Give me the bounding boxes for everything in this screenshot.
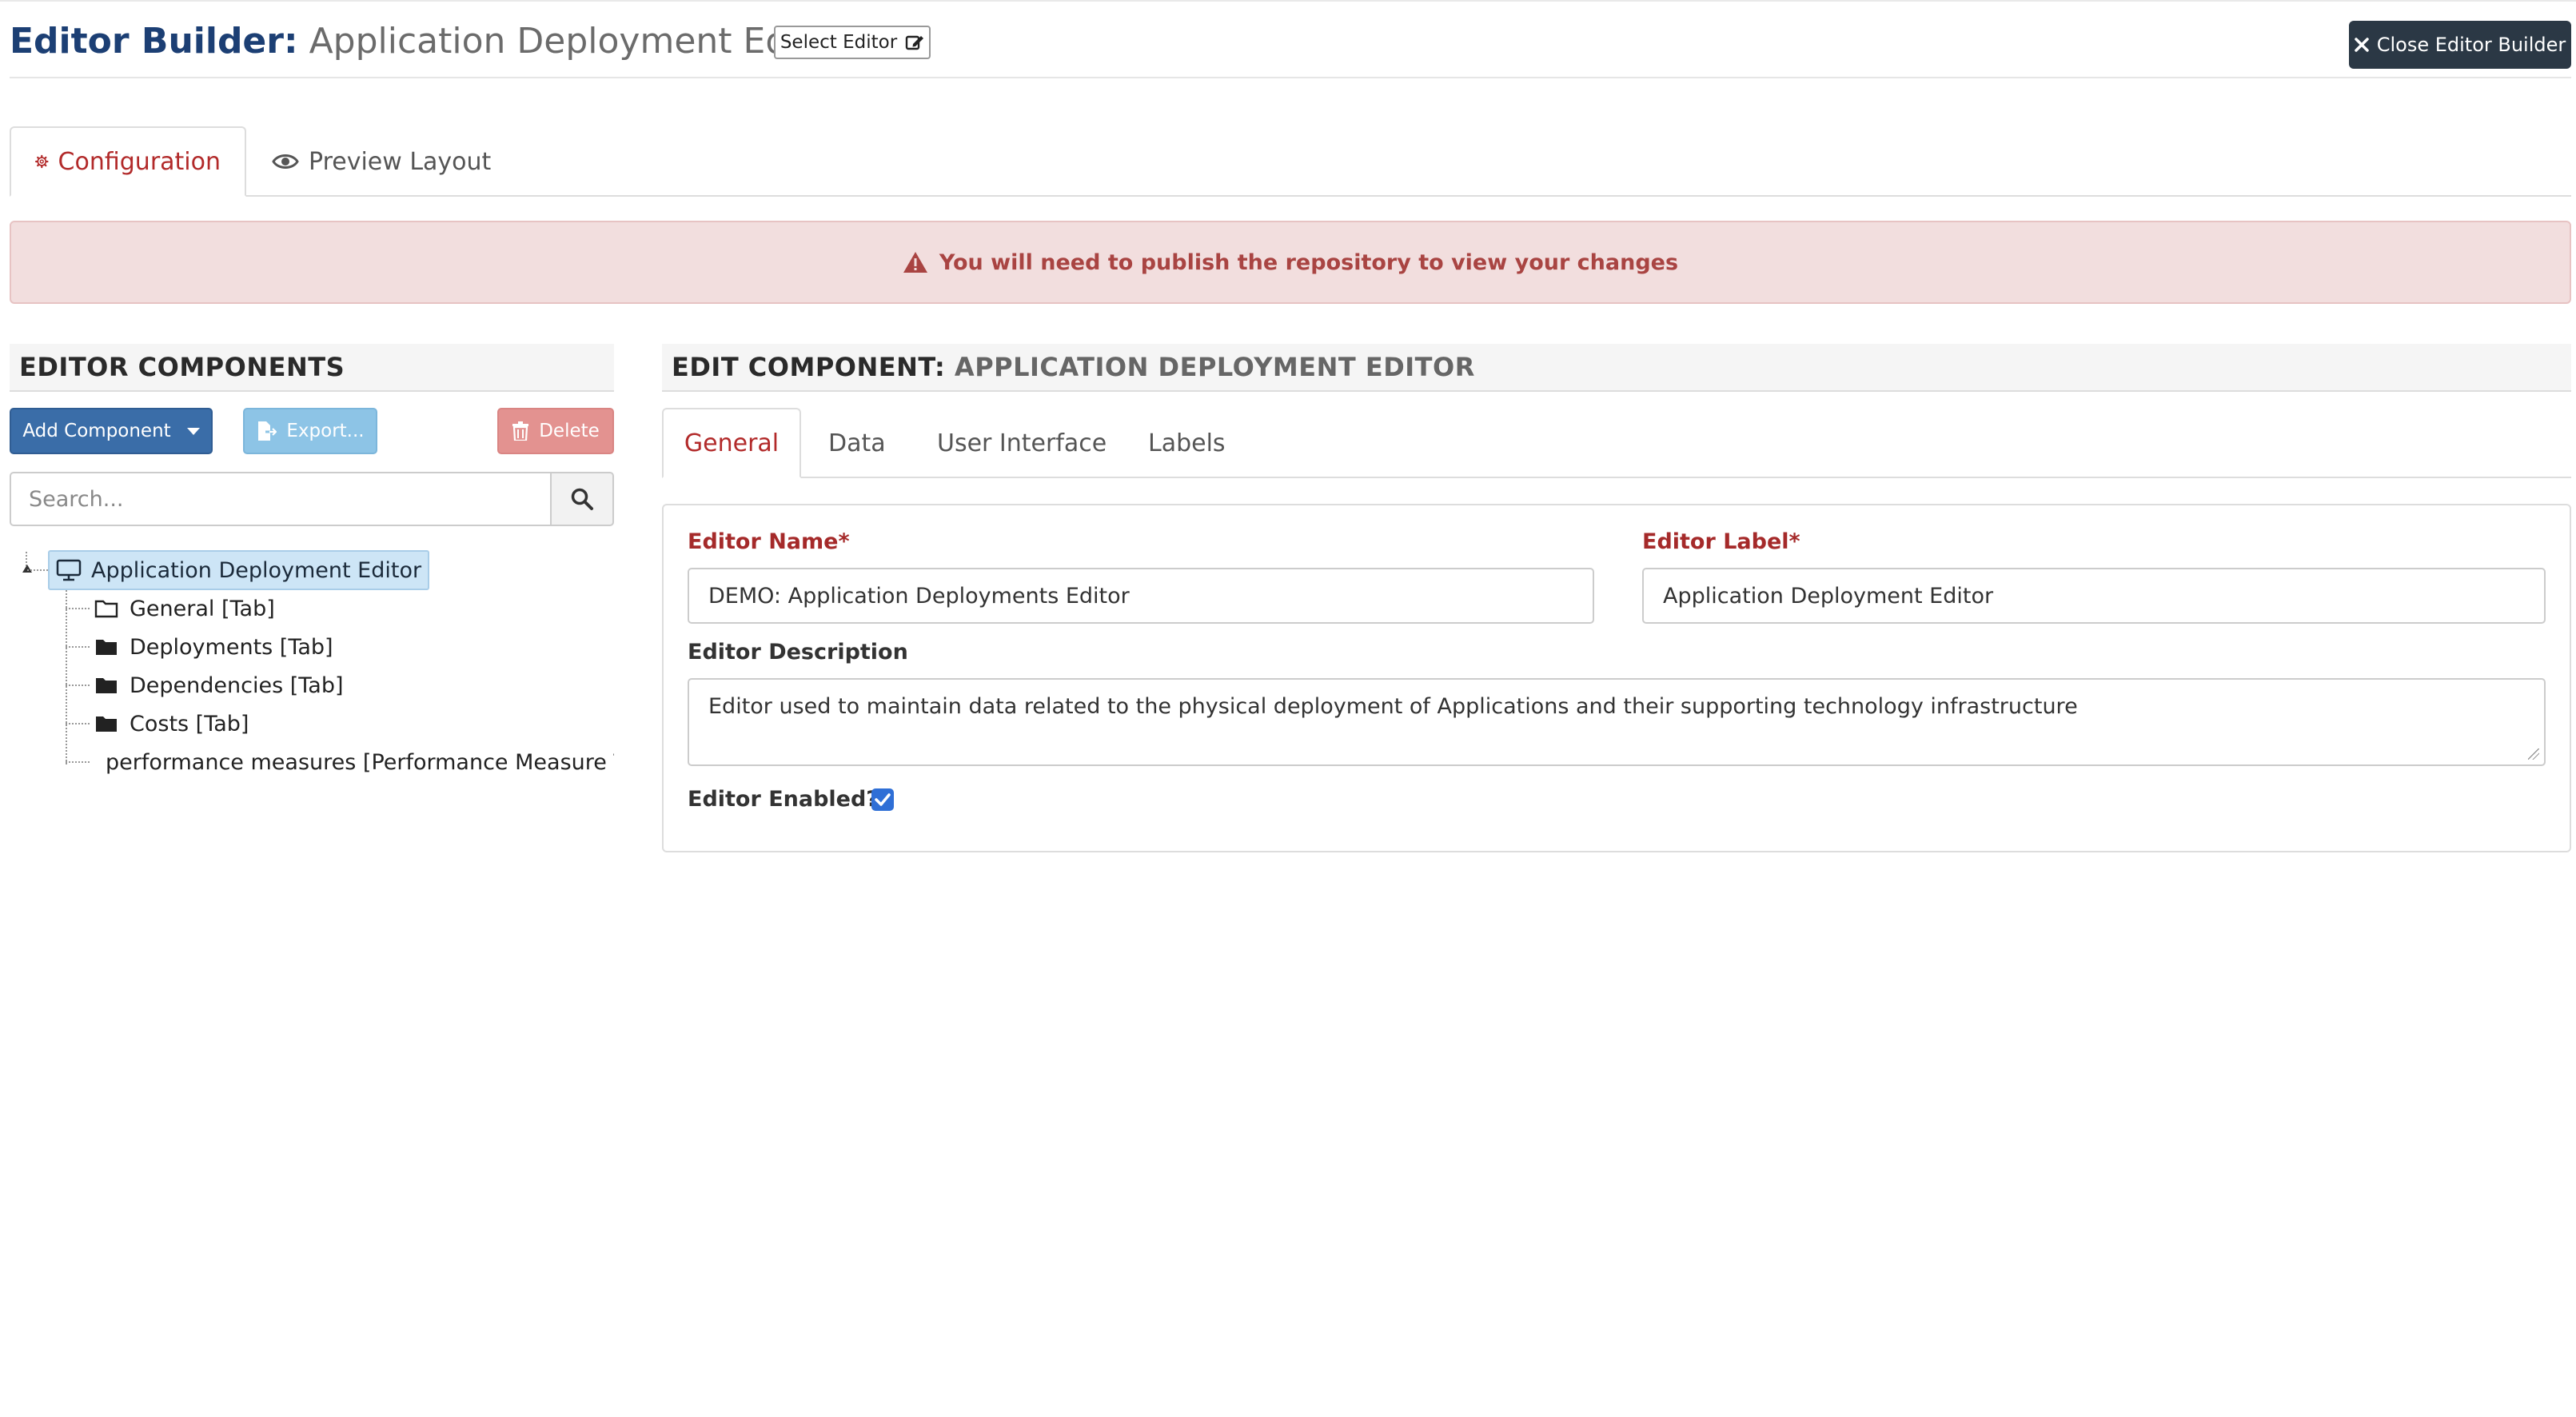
- tree-connector: [66, 723, 90, 724]
- select-editor-label: Select Editor: [780, 32, 898, 53]
- editor-label-value: Application Deployment Editor: [1663, 583, 1994, 609]
- editor-components-header: EDITOR COMPONENTS: [10, 344, 614, 392]
- folder-icon: [96, 640, 117, 655]
- folder-icon: [96, 678, 117, 693]
- close-icon: [2354, 38, 2369, 52]
- editor-description-field[interactable]: Editor used to maintain data related to …: [688, 678, 2546, 766]
- editor-name-label: Editor Name*: [688, 529, 850, 554]
- tree-connector: [66, 608, 90, 609]
- editor-name-value: DEMO: Application Deployments Editor: [708, 583, 1130, 609]
- gear-icon: [35, 154, 49, 169]
- search-input[interactable]: [10, 472, 552, 526]
- editor-label-label: Editor Label*: [1642, 529, 1800, 554]
- search-icon: [571, 488, 593, 510]
- tab-data[interactable]: Data: [804, 408, 910, 478]
- folder-open-icon: [94, 600, 118, 618]
- tab-preview-layout-label: Preview Layout: [309, 147, 492, 176]
- edit-component-header: EDIT COMPONENT: APPLICATION DEPLOYMENT E…: [662, 344, 2571, 392]
- tab-configuration-label: Configuration: [58, 147, 221, 176]
- tree-item-label: performance measures [Performance Measur…: [106, 749, 614, 775]
- editor-description-value: Editor used to maintain data related to …: [708, 694, 2078, 719]
- trash-icon: [512, 421, 529, 441]
- tree-connector: [66, 590, 67, 764]
- tab-labels-label: Labels: [1148, 429, 1226, 457]
- page-title: Editor Builder: Application Deployment E…: [10, 18, 847, 66]
- tree-item-label: Dependencies [Tab]: [130, 673, 344, 698]
- tab-general[interactable]: General: [662, 408, 801, 478]
- edit-component-title-prefix: EDIT COMPONENT:: [672, 352, 946, 382]
- monitor-icon: [56, 559, 82, 581]
- tab-user-interface-label: User Interface: [937, 429, 1107, 457]
- add-component-label: Add Component: [22, 421, 171, 441]
- tree-connector: [66, 646, 90, 648]
- tree-connector: [66, 685, 90, 686]
- editor-description-label: Editor Description: [688, 640, 908, 665]
- publish-warning-text: You will need to publish the repository …: [939, 249, 1679, 275]
- publish-warning-alert: You will need to publish the repository …: [10, 221, 2571, 304]
- check-icon: [875, 793, 891, 806]
- tree-item-general[interactable]: General [Tab]: [94, 590, 614, 627]
- resize-handle-icon[interactable]: [2528, 748, 2539, 760]
- edit-component-title-name: APPLICATION DEPLOYMENT EDITOR: [954, 352, 1475, 382]
- delete-label: Delete: [539, 421, 600, 441]
- tree-root-label: Application Deployment Editor: [91, 557, 422, 583]
- tree-connector: [27, 569, 48, 571]
- header-divider: [10, 77, 2571, 78]
- tree-connector: [66, 761, 90, 763]
- tab-configuration[interactable]: Configuration: [10, 126, 246, 197]
- search-button[interactable]: [550, 472, 614, 526]
- add-component-button[interactable]: Add Component: [10, 408, 213, 454]
- editor-enabled-checkbox[interactable]: [871, 788, 894, 811]
- export-label: Export...: [286, 421, 365, 441]
- tree-item-costs[interactable]: Costs [Tab]: [94, 705, 614, 742]
- tree-item-dependencies[interactable]: Dependencies [Tab]: [94, 667, 614, 704]
- tab-user-interface[interactable]: User Interface: [913, 408, 1130, 478]
- eye-icon: [272, 154, 299, 169]
- export-file-icon: [258, 421, 277, 441]
- delete-button[interactable]: Delete: [497, 408, 614, 454]
- editor-label-field[interactable]: Application Deployment Editor: [1642, 568, 2546, 624]
- tab-data-label: Data: [828, 429, 886, 457]
- editor-name-field[interactable]: DEMO: Application Deployments Editor: [688, 568, 1594, 624]
- editor-enabled-label: Editor Enabled?: [688, 787, 879, 812]
- chevron-down-icon: [186, 427, 200, 435]
- warning-icon: [903, 252, 927, 273]
- tree-item-label: Costs [Tab]: [130, 711, 249, 736]
- tab-preview-layout[interactable]: Preview Layout: [248, 126, 515, 197]
- close-editor-builder-button[interactable]: Close Editor Builder: [2349, 21, 2571, 69]
- tree-item-deployments[interactable]: Deployments [Tab]: [94, 629, 614, 665]
- edit-icon: [905, 35, 924, 50]
- page-title-prefix: Editor Builder:: [10, 21, 298, 62]
- folder-icon: [96, 716, 117, 732]
- tab-general-label: General: [684, 429, 780, 457]
- tree-item-performance-measures[interactable]: performance measures [Performance Measur…: [94, 744, 614, 780]
- tree-item-label: Deployments [Tab]: [130, 634, 333, 660]
- tab-labels[interactable]: Labels: [1124, 408, 1250, 478]
- page-title-editor-name: Application Deployment Editor: [309, 21, 847, 62]
- export-button[interactable]: Export...: [243, 408, 377, 454]
- top-rule: [0, 0, 2576, 2]
- close-editor-builder-label: Close Editor Builder: [2376, 34, 2566, 56]
- select-editor-button[interactable]: Select Editor: [774, 26, 931, 59]
- tree-root-node[interactable]: Application Deployment Editor: [48, 550, 430, 590]
- tree-item-label: General [Tab]: [130, 596, 275, 621]
